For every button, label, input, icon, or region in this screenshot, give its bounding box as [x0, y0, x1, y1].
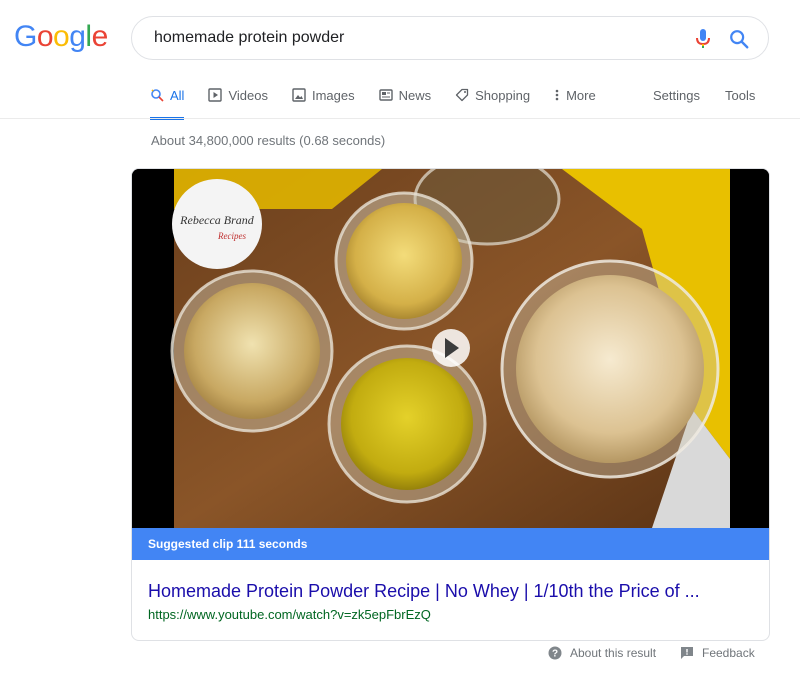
google-logo[interactable]: Google [14, 20, 108, 54]
image-icon [292, 88, 306, 102]
tabs-divider [0, 118, 800, 119]
tools-link[interactable]: Tools [725, 88, 755, 103]
search-icon[interactable] [728, 28, 750, 50]
search-icon [151, 89, 164, 102]
news-icon [378, 89, 393, 101]
feedback-link[interactable]: Feedback [680, 646, 755, 660]
suggested-clip-bar[interactable]: Suggested clip 111 seconds [132, 528, 769, 560]
microphone-icon[interactable] [694, 28, 712, 50]
result-url: https://www.youtube.com/watch?v=zk5epFbr… [148, 607, 431, 622]
tag-icon [455, 88, 469, 102]
result-title-link[interactable]: Homemade Protein Powder Recipe | No Whey… [148, 581, 700, 602]
watermark-line1: Rebecca Brand [179, 213, 255, 227]
settings-link[interactable]: Settings [653, 88, 700, 103]
video-thumbnail[interactable]: Rebecca Brand Recipes [132, 169, 769, 528]
tab-videos[interactable]: Videos [208, 84, 268, 120]
search-tabs: All Videos Images News Shopping More [150, 84, 620, 120]
watermark-line2: Recipes [217, 231, 246, 241]
tab-more[interactable]: More [554, 84, 596, 120]
tab-shopping[interactable]: Shopping [455, 84, 530, 120]
feedback-icon [681, 647, 693, 659]
search-input[interactable] [152, 28, 676, 48]
about-this-result[interactable]: ? About this result [548, 646, 656, 660]
more-dots-icon [555, 89, 559, 101]
video-frame-image: Rebecca Brand Recipes [132, 169, 769, 528]
svg-text:?: ? [552, 649, 558, 660]
video-icon [208, 88, 223, 102]
tab-images[interactable]: Images [292, 84, 355, 120]
tab-all[interactable]: All [150, 84, 185, 120]
play-icon[interactable] [432, 329, 470, 367]
search-box [131, 16, 769, 60]
help-icon: ? [548, 646, 562, 660]
result-stats: About 34,800,000 results (0.68 seconds) [151, 133, 386, 148]
tab-news[interactable]: News [378, 84, 431, 120]
video-result-card: Rebecca Brand Recipes Suggested clip 111… [131, 168, 770, 641]
